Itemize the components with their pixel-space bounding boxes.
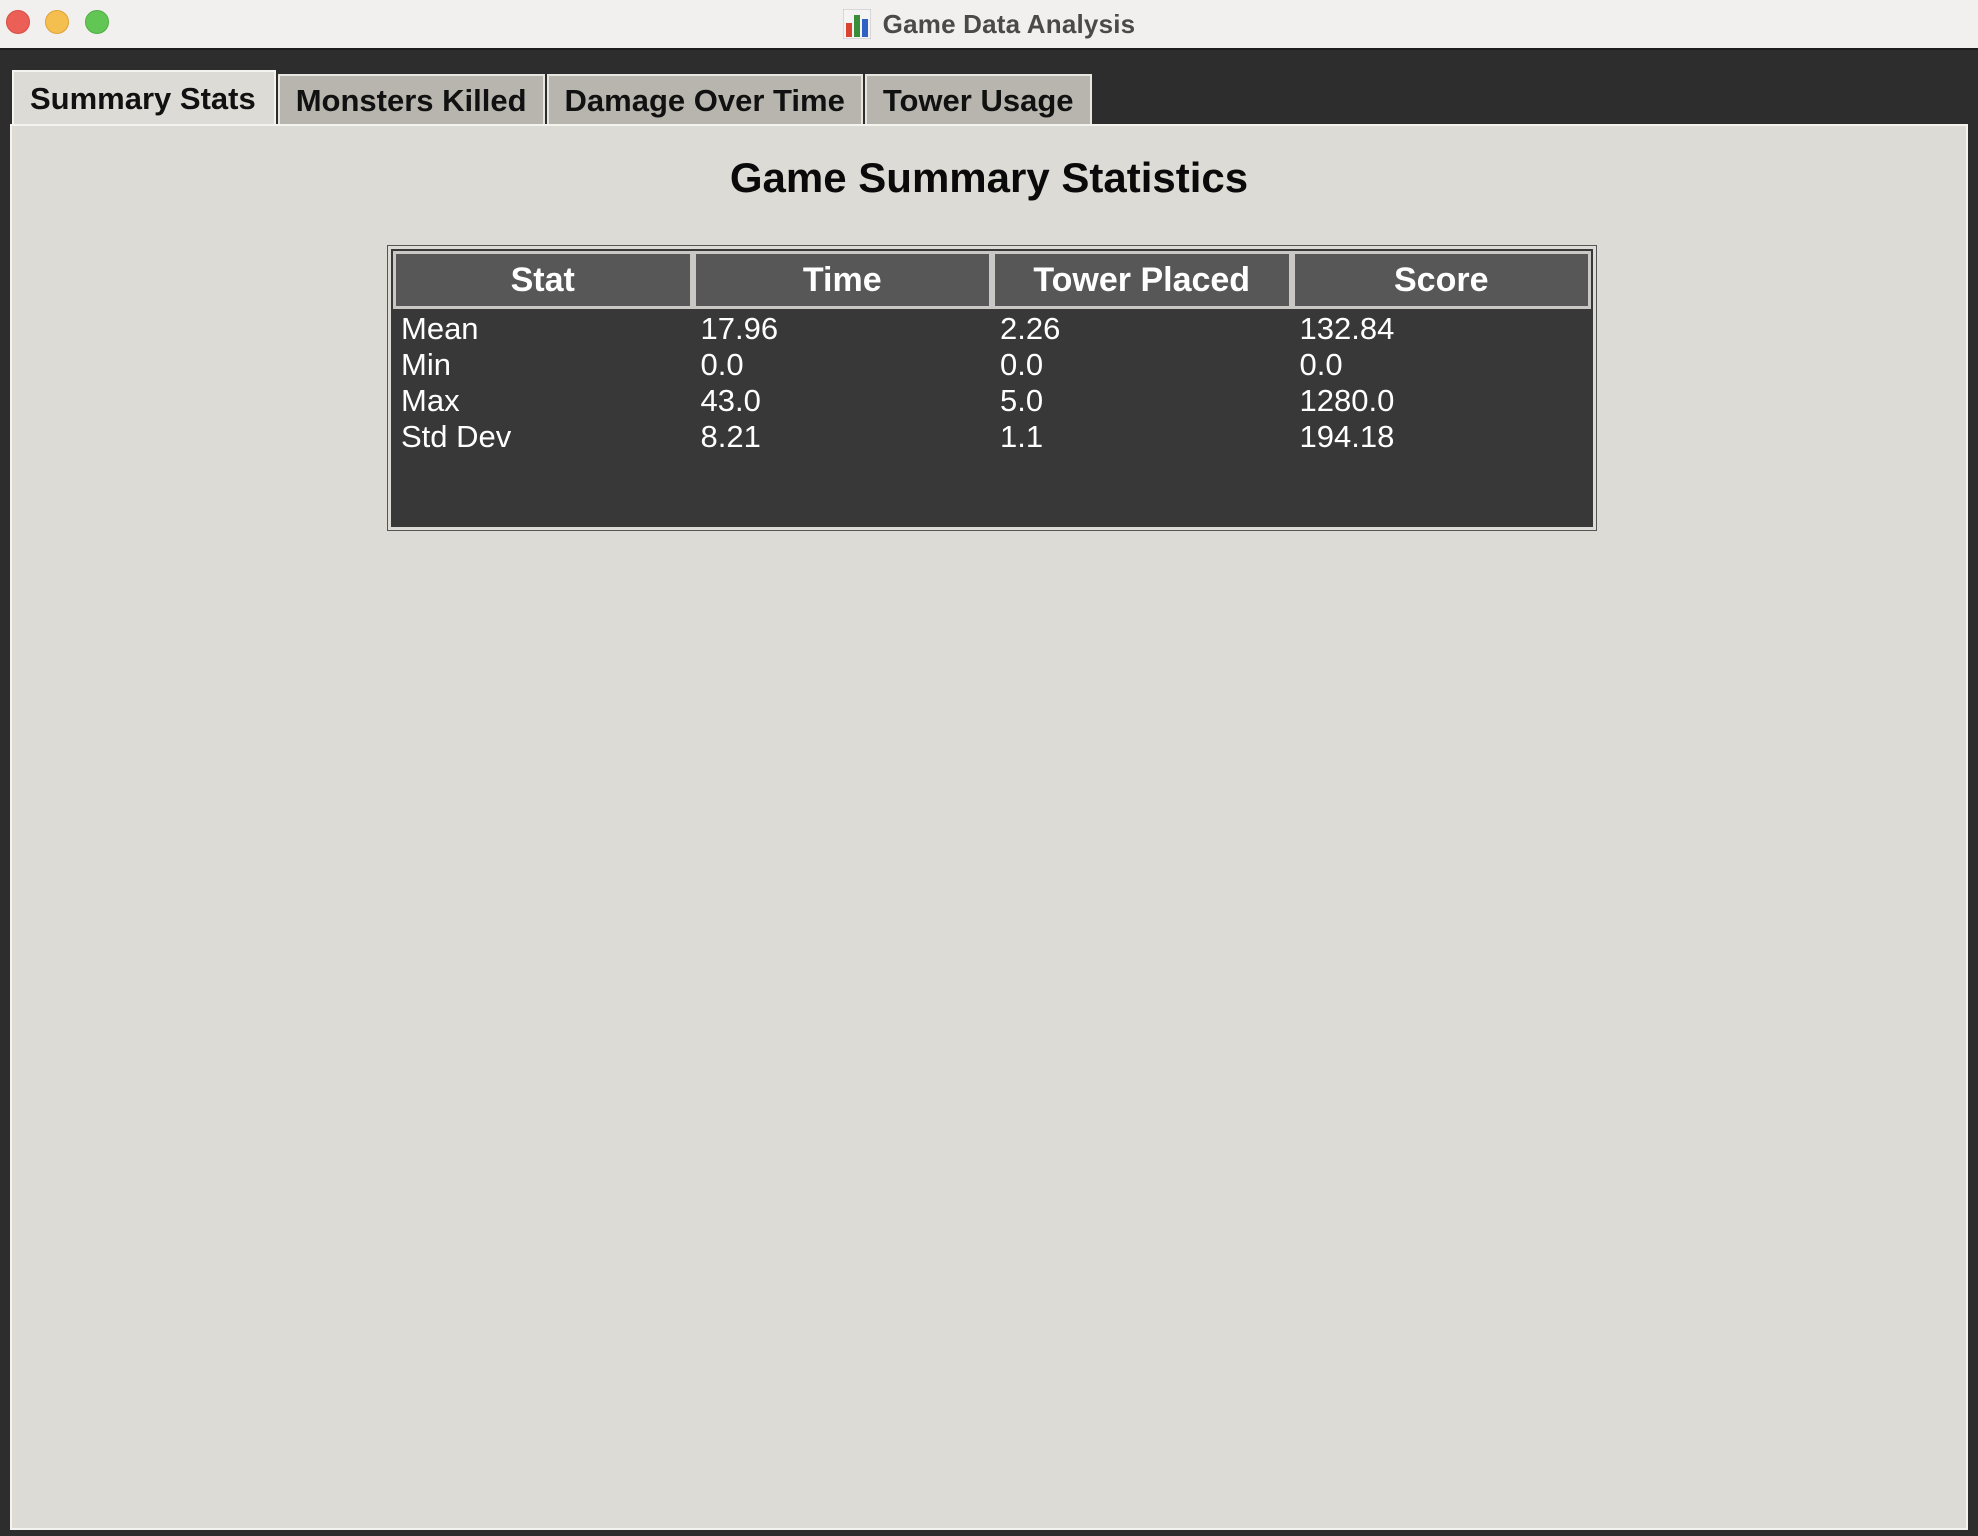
title-bar: Game Data Analysis [0, 0, 1978, 50]
tab-monsters-killed[interactable]: Monsters Killed [277, 74, 545, 126]
window-title: Game Data Analysis [882, 8, 1136, 39]
table-row[interactable]: Max 43.0 5.0 1280.0 [393, 383, 1591, 419]
tab-bar: Summary Stats Monsters Killed Damage Ove… [12, 70, 1094, 126]
table-body: Mean 17.96 2.26 132.84 Min 0.0 0.0 0.0 M… [393, 311, 1591, 455]
tab-summary-stats[interactable]: Summary Stats [12, 70, 276, 126]
table-row[interactable]: Mean 17.96 2.26 132.84 [393, 311, 1591, 347]
table-cell: Max [401, 383, 460, 418]
bar-chart-icon [842, 9, 871, 39]
column-header-tower-placed[interactable]: Tower Placed [992, 251, 1292, 309]
table-cell: 43.0 [700, 383, 761, 418]
table-cell: 17.96 [700, 311, 779, 346]
tab-tower-usage[interactable]: Tower Usage [864, 74, 1092, 126]
table-cell: Min [401, 347, 451, 382]
column-header-stat[interactable]: Stat [393, 251, 693, 309]
table-cell: 0.0 [1299, 347, 1343, 382]
summary-stats-panel: Game Summary Statistics Stat Time Tower … [10, 124, 1968, 1530]
table-cell: 2.26 [1000, 311, 1061, 346]
table-cell: Std Dev [401, 419, 512, 454]
table-cell: 194.18 [1299, 419, 1395, 454]
table-header: Stat Time Tower Placed Score [393, 251, 1591, 309]
table-cell: 132.84 [1299, 311, 1395, 346]
column-header-score[interactable]: Score [1291, 251, 1591, 309]
summary-table: Stat Time Tower Placed Score Mean 17.96 … [387, 245, 1597, 531]
table-cell: 1.1 [1000, 419, 1044, 454]
panel-title: Game Summary Statistics [729, 154, 1249, 201]
app-window: Game Data Analysis Summary Stats Monster… [0, 0, 1978, 1536]
table-row[interactable]: Min 0.0 0.0 0.0 [393, 347, 1591, 383]
table-row[interactable]: Std Dev 8.21 1.1 194.18 [393, 419, 1591, 455]
table-cell: 8.21 [700, 419, 761, 454]
table-cell: 5.0 [1000, 383, 1044, 418]
table-cell: 1280.0 [1299, 383, 1395, 418]
tab-damage-over-time[interactable]: Damage Over Time [546, 74, 863, 126]
window-title-group: Game Data Analysis [0, 0, 1978, 48]
column-header-time[interactable]: Time [692, 251, 992, 309]
table-cell: 0.0 [700, 347, 744, 382]
table-cell: 0.0 [1000, 347, 1044, 382]
table-cell: Mean [401, 311, 479, 346]
